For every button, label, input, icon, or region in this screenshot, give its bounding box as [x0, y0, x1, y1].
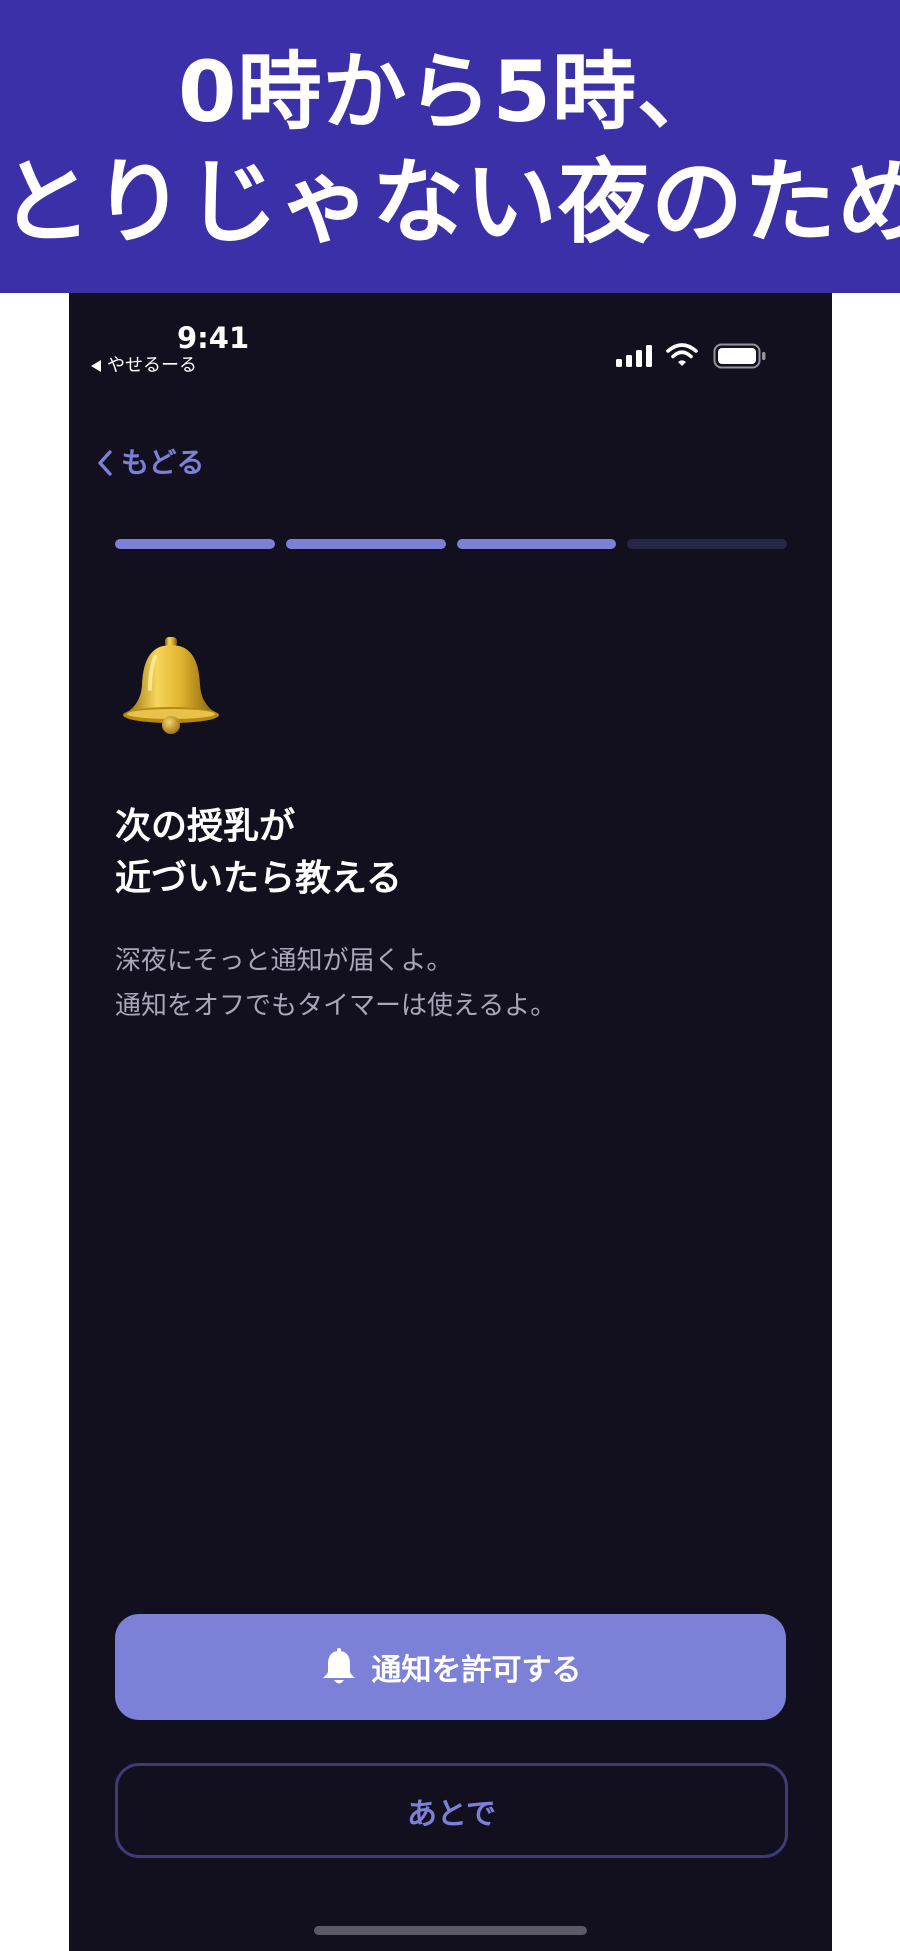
- description-line2: 通知をオフでもタイマーは使えるよ。: [115, 991, 557, 1021]
- allow-notifications-button[interactable]: 通知を許可する: [115, 1614, 786, 1720]
- description: 深夜にそっと通知が届くよ。 通知をオフでもタイマーは使えるよ。: [115, 939, 775, 1029]
- signal-icon: [616, 345, 652, 367]
- back-button-label: もどる: [121, 446, 205, 479]
- page-title-line1: 次の授乳が: [115, 806, 296, 847]
- page-title: 次の授乳が 近づいたら教える: [115, 801, 775, 905]
- back-button[interactable]: もどる: [97, 445, 204, 481]
- back-triangle-icon: [91, 360, 101, 372]
- allow-notifications-label: 通知を許可する: [371, 1653, 582, 1688]
- battery-icon: [713, 343, 766, 369]
- home-indicator[interactable]: [314, 1926, 587, 1935]
- progress-step: [627, 539, 787, 549]
- later-button-label: あとで: [406, 1796, 497, 1832]
- promo-banner: 0時から5時、 とりじゃない夜のために: [0, 0, 900, 293]
- status-back-app-label: やせるーる: [107, 355, 197, 376]
- wifi-icon: [666, 343, 698, 366]
- progress-step: [456, 539, 617, 549]
- progress-step: [115, 539, 275, 549]
- page-title-line2: 近づいたら教える: [115, 858, 402, 899]
- later-button[interactable]: あとで: [115, 1763, 788, 1858]
- status-back-to-app[interactable]: やせるーる: [91, 355, 197, 377]
- description-line1: 深夜にそっと通知が届くよ。: [115, 946, 453, 976]
- phone-screen: 9:41 やせるーる もどる 次の授乳が 近づいたら教える 深夜にそっと通知が届…: [69, 293, 832, 1951]
- status-time: 9:41: [177, 321, 250, 355]
- onboarding-progress: [115, 539, 787, 549]
- progress-step: [285, 539, 446, 549]
- banner-headline-line1: 0時から5時、: [178, 43, 722, 141]
- bell-icon: [123, 637, 219, 734]
- bell-icon: [322, 1648, 355, 1684]
- chevron-left-icon: [98, 450, 112, 476]
- banner-headline-line2: とりじゃない夜のために: [0, 149, 900, 256]
